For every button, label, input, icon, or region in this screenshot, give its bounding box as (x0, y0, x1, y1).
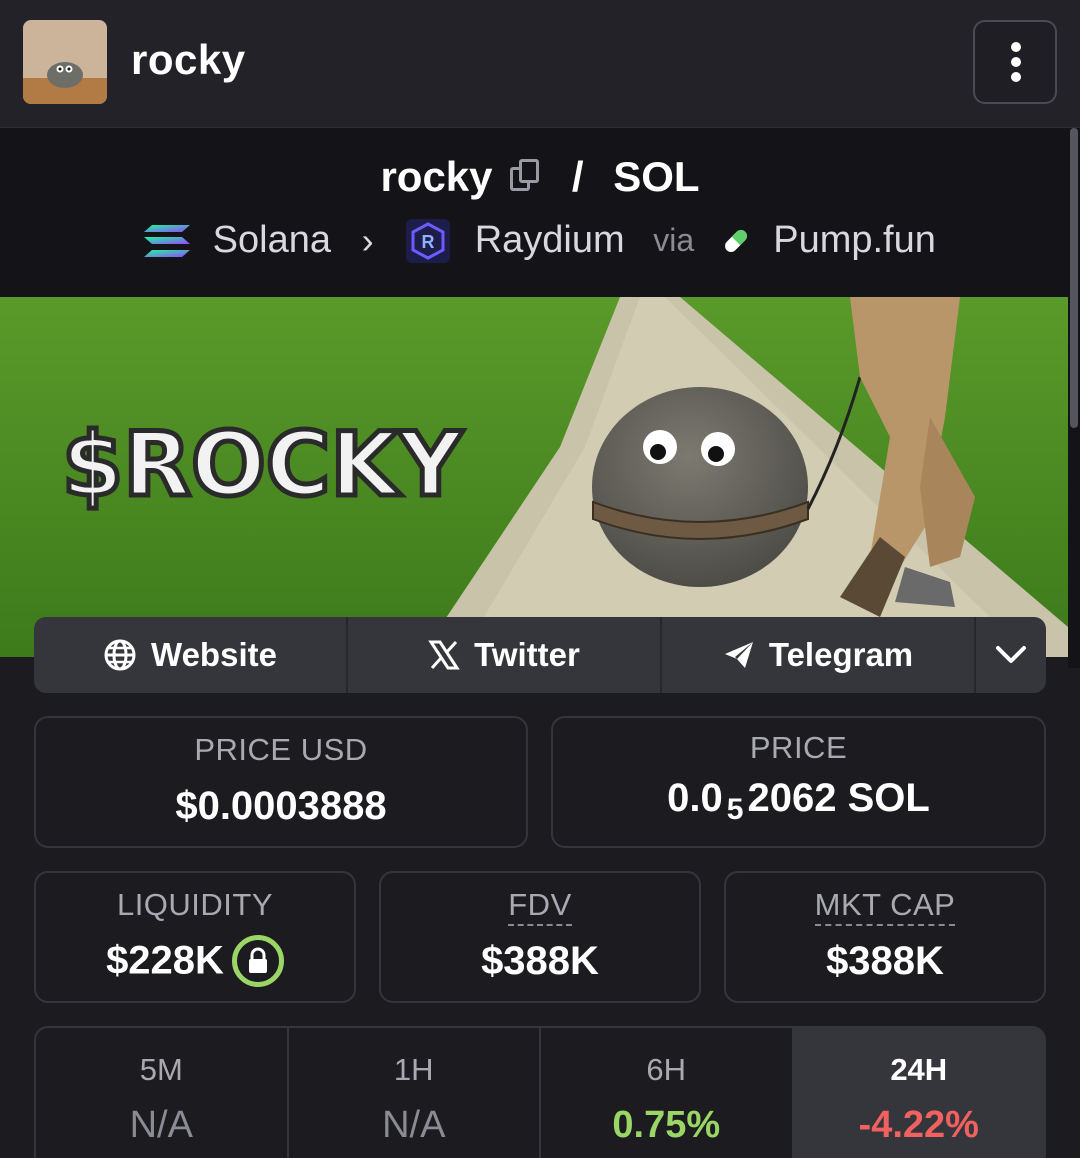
price-usd-card: PRICE USD $0.0003888 (34, 716, 528, 848)
twitter-link-label: Twitter (474, 636, 580, 673)
scrollbar-thumb[interactable] (1070, 128, 1078, 428)
telegram-link[interactable]: Telegram (662, 617, 976, 693)
market-cap-label-wrap: MKT CAP (726, 887, 1044, 926)
website-link[interactable]: Website (34, 617, 348, 693)
globe-icon (104, 639, 136, 671)
price-native-label: PRICE (749, 730, 848, 765)
tab-5m-value: N/A (129, 1104, 193, 1146)
fdv-label-wrap: FDV (381, 887, 699, 926)
price-change-tabs: 5M N/A 1H N/A 6H 0.75% 24H -4.22% (34, 1026, 1046, 1158)
price-unit: SOL (847, 776, 930, 820)
raydium-icon: R (406, 218, 451, 263)
base-symbol: rocky (380, 152, 493, 200)
tab-5m-label: 5M (139, 1052, 183, 1087)
tab-24h-label: 24H (890, 1052, 948, 1087)
token-avatar (23, 20, 107, 104)
via-label: via (653, 222, 695, 259)
more-vertical-icon-dot (1011, 57, 1021, 67)
fdv-label[interactable]: FDV (508, 887, 572, 926)
chevron-down-icon (996, 646, 1026, 663)
fdv-value: $388K (481, 939, 599, 983)
market-cap-value: $388K (826, 939, 944, 983)
page-scrollbar[interactable] (1068, 128, 1080, 668)
svg-text:R: R (422, 232, 435, 252)
more-links-button[interactable] (976, 617, 1046, 693)
tab-1h-label: 1H (393, 1052, 434, 1087)
copy-icon[interactable] (510, 158, 542, 195)
liquidity-value-row: $228K (36, 935, 354, 987)
x-icon (428, 640, 460, 670)
fdv-card: FDV $388K (379, 871, 701, 1003)
tab-6h[interactable]: 6H 0.75% (541, 1028, 794, 1158)
price-native-value: 0.0 5 2062 SOL (553, 776, 1044, 827)
twitter-link[interactable]: Twitter (348, 617, 662, 693)
solana-icon (144, 224, 191, 257)
price-native-card: PRICE 0.0 5 2062 SOL (551, 716, 1046, 848)
telegram-icon (724, 642, 753, 668)
chain-breadcrumb: Solana › R Raydium via Pump.fun (0, 218, 1080, 263)
price-usd-value: $0.0003888 (175, 784, 387, 828)
pair-separator: / (571, 152, 584, 200)
social-links-bar: Website Twitter Telegram (34, 617, 1046, 693)
tab-24h-value: -4.22% (858, 1104, 979, 1146)
website-link-label: Website (151, 636, 277, 673)
liquidity-card: LIQUIDITY $228K (34, 871, 356, 1003)
tab-1h-value: N/A (382, 1104, 446, 1146)
chevron-right-icon: › (361, 219, 374, 261)
top-header: rocky (0, 0, 1080, 128)
token-banner-image: $ROCKY (0, 297, 1068, 657)
price-usd-label: PRICE USD (194, 732, 368, 767)
price-prefix: 0.0 (667, 776, 723, 820)
tab-24h[interactable]: 24H -4.22% (793, 1028, 1044, 1158)
pair-title: rocky / SOL (0, 150, 1080, 201)
tab-6h-value: 0.75% (612, 1104, 721, 1146)
more-vertical-icon (1011, 42, 1021, 52)
banner-title: $ROCKY (62, 413, 464, 516)
launchpad-link[interactable]: Pump.fun (773, 219, 936, 262)
pair-header: rocky / SOL Solana › R Raydium via Pump.… (0, 128, 1080, 297)
market-cap-card: MKT CAP $388K (724, 871, 1046, 1003)
more-menu-button[interactable] (973, 20, 1057, 104)
token-title: rocky (131, 36, 246, 83)
pill-icon (724, 230, 747, 252)
telegram-link-label: Telegram (768, 636, 914, 673)
liquidity-value: $228K (106, 938, 224, 983)
dex-link[interactable]: Raydium (475, 219, 625, 262)
quote-symbol: SOL (613, 152, 700, 200)
tab-5m[interactable]: 5M N/A (36, 1028, 289, 1158)
tab-1h[interactable]: 1H N/A (289, 1028, 541, 1158)
market-cap-label[interactable]: MKT CAP (814, 887, 956, 926)
liquidity-label: LIQUIDITY (116, 887, 274, 922)
more-vertical-icon-dot (1011, 72, 1021, 82)
chain-link[interactable]: Solana (213, 219, 331, 262)
lock-icon[interactable] (231, 935, 284, 987)
price-digits: 2062 (747, 776, 837, 820)
tab-6h-label: 6H (646, 1052, 687, 1087)
price-zero-count: 5 (726, 793, 744, 826)
